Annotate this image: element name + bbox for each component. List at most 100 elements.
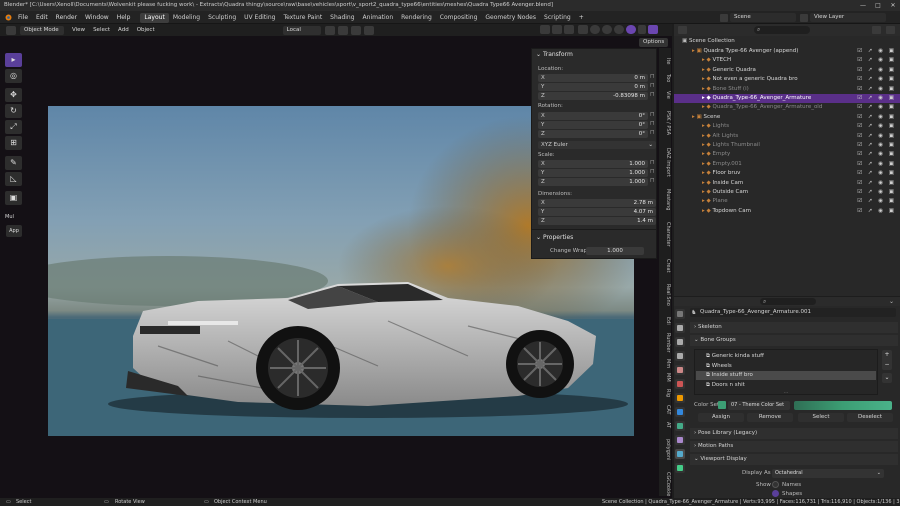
motion-paths-section-header[interactable]: › Motion Paths <box>690 441 898 452</box>
visibility-toggles-icon[interactable]: ☑ ➚ ◉ ▣ <box>857 169 896 178</box>
sidebar-tab-daz-import[interactable]: DAZ Import <box>659 143 671 183</box>
chevron-down-icon[interactable]: ⌄ <box>889 298 897 305</box>
lock-icon[interactable]: ⊓ <box>650 159 656 166</box>
skeleton-section-header[interactable]: › Skeleton <box>690 322 898 333</box>
scale-x-field[interactable]: X 1.000 <box>538 160 648 168</box>
location-x-field[interactable]: X 0 m <box>538 74 648 82</box>
sidebar-tab-character[interactable]: Character <box>659 216 671 252</box>
sidebar-tab-polygoni[interactable]: polygoni <box>659 433 671 466</box>
add-workspace-button[interactable]: + <box>575 11 588 24</box>
workspace-tab-compositing[interactable]: Compositing <box>436 13 482 23</box>
sidebar-tab-mm[interactable]: MM <box>659 372 671 384</box>
select-button[interactable]: Select <box>798 413 844 422</box>
select-tool-icon[interactable]: ▸ <box>5 53 22 67</box>
view-menu[interactable]: View <box>68 26 89 35</box>
visibility-toggles-icon[interactable]: ☑ ➚ ◉ ▣ <box>857 103 896 112</box>
outliner-search-input[interactable]: ⌕ <box>754 26 810 34</box>
visibility-toggles-icon[interactable]: ☑ ➚ ◉ ▣ <box>857 141 896 150</box>
properties-header[interactable]: ⌄ Properties <box>536 234 573 241</box>
overlay-icon[interactable] <box>564 25 574 34</box>
list-resize-handle[interactable]: … <box>781 390 791 395</box>
outliner-item[interactable]: ▸ ◆ Not even a generic Quadra bro ☑ ➚ ◉ ▣ <box>674 75 900 84</box>
visibility-toggles-icon[interactable]: ☑ ➚ ◉ ▣ <box>857 56 896 65</box>
menu-help[interactable]: Help <box>113 11 135 24</box>
render-props-icon[interactable] <box>675 323 685 333</box>
outliner-item[interactable]: ▸ ▣ Quadra Type-66 Avenger (append) ☑ ➚ ◉… <box>674 47 900 56</box>
visibility-toggles-icon[interactable]: ☑ ➚ ◉ ▣ <box>857 188 896 197</box>
bone-props-icon[interactable] <box>675 463 685 473</box>
gizmo-icon[interactable] <box>552 25 562 34</box>
pose-library-section-header[interactable]: › Pose Library (Legacy) <box>690 428 898 439</box>
physics-props-icon[interactable] <box>675 421 685 431</box>
view-layer-props-icon[interactable] <box>675 351 685 361</box>
visibility-toggles-icon[interactable]: ☑ ➚ ◉ ▣ <box>857 207 896 216</box>
sidebar-tab-psk-psa[interactable]: PSK / PSA <box>659 104 671 140</box>
bone-groups-section-header[interactable]: ⌄ Bone Groups <box>690 335 898 346</box>
constraint-props-icon[interactable] <box>675 435 685 445</box>
shapes-checkbox[interactable] <box>772 490 779 497</box>
outliner-item[interactable]: ▸ ◆ Plane ☑ ➚ ◉ ▣ <box>674 197 900 206</box>
sidebar-tab-cat[interactable]: CAT <box>659 402 671 417</box>
sidebar-tab-ite[interactable]: Ite <box>659 54 671 69</box>
outliner-item[interactable]: ▸ ◆ Generic Quadra ☑ ➚ ◉ ▣ <box>674 66 900 75</box>
menu-window[interactable]: Window <box>81 11 113 24</box>
visibility-toggles-icon[interactable]: ☑ ➚ ◉ ▣ <box>857 94 896 103</box>
options-dropdown[interactable]: Options <box>639 38 668 47</box>
workspace-tab-modeling[interactable]: Modeling <box>169 13 204 23</box>
object-props-icon[interactable] <box>675 393 685 403</box>
annotate-tool-icon[interactable]: ✎ <box>5 156 22 170</box>
output-props-icon[interactable] <box>675 337 685 347</box>
bone-group-add-remove[interactable]: + − <box>882 350 892 370</box>
outliner-item[interactable]: ▸ ◆ Quadra_Type-66_Avenger_Armature ☑ ➚ ◉… <box>674 94 900 103</box>
dimensions-y-field[interactable]: Y 4.07 m <box>538 208 656 216</box>
modifier-props-icon[interactable] <box>675 407 685 417</box>
sidebar-tab-mm[interactable]: Mm <box>659 358 671 370</box>
viewport-display-section-header[interactable]: ⌄ Viewport Display <box>690 454 898 465</box>
rotation-y-field[interactable]: Y 0° <box>538 121 648 129</box>
outliner-item[interactable]: ▸ ◆ Quadra_Type-66_Avenger_Armature_old ☑… <box>674 103 900 112</box>
orientation-dropdown[interactable]: Local <box>282 25 321 35</box>
pivot-icon[interactable] <box>324 25 335 35</box>
rotate-tool-icon[interactable]: ↻ <box>5 104 22 118</box>
outliner-editor-icon[interactable] <box>678 26 687 34</box>
workspace-tab-uv-editing[interactable]: UV Editing <box>240 13 279 23</box>
armature-data-icon[interactable] <box>675 449 685 459</box>
outliner-item[interactable]: ▸ ◆ Floor bruv ☑ ➚ ◉ ▣ <box>674 169 900 178</box>
location-z-field[interactable]: Z -0.83098 m <box>538 92 648 100</box>
workspace-tab-animation[interactable]: Animation <box>359 13 398 23</box>
select-menu[interactable]: Select <box>89 26 114 35</box>
workspace-tab-scripting[interactable]: Scripting <box>540 13 575 23</box>
workspace-tab-rendering[interactable]: Rendering <box>397 13 436 23</box>
workspace-tab-shading[interactable]: Shading <box>326 13 358 23</box>
world-props-icon[interactable] <box>675 379 685 389</box>
scene-props-icon[interactable] <box>675 365 685 375</box>
bone-group-item[interactable]: ⧉ Generic kinda stuff <box>696 352 876 361</box>
shading-options-icon[interactable] <box>638 25 646 34</box>
menu-render[interactable]: Render <box>52 11 81 24</box>
sidebar-tab-too[interactable]: Too <box>659 71 671 86</box>
mul-panel-label[interactable]: Mul <box>5 212 22 222</box>
assign-button[interactable]: Assign <box>698 413 744 422</box>
rotation-mode-dropdown[interactable]: XYZ Euler ⌄ <box>538 141 656 149</box>
visibility-toggles-icon[interactable]: ☑ ➚ ◉ ▣ <box>857 179 896 188</box>
sidebar-tab-creat[interactable]: Creat <box>659 254 671 276</box>
snap-icon[interactable] <box>337 25 348 35</box>
dimensions-x-field[interactable]: X 2.78 m <box>538 199 656 207</box>
wave-icon[interactable] <box>363 25 374 35</box>
color-set-colors[interactable] <box>794 401 892 410</box>
lock-icon[interactable]: ⊓ <box>650 73 656 80</box>
blender-logo-icon[interactable] <box>2 11 14 24</box>
bone-group-item[interactable]: ⧉ Inside stuff bro <box>696 371 876 380</box>
outliner-item[interactable]: ▸ ◆ Bone Stuff (i) ☑ ➚ ◉ ▣ <box>674 85 900 94</box>
add-cube-tool-icon[interactable]: ▣ <box>5 191 22 205</box>
maximize-icon[interactable]: □ <box>871 0 885 11</box>
outliner-item[interactable]: ▸ ◆ VTECH ☑ ➚ ◉ ▣ <box>674 56 900 65</box>
lock-icon[interactable]: ⊓ <box>650 168 656 175</box>
outliner-item[interactable]: ▸ ◆ Lights ☑ ➚ ◉ ▣ <box>674 122 900 131</box>
sidebar-tab-cgcookie[interactable]: CGCookie <box>659 468 671 501</box>
sidebar-tab-at[interactable]: AT <box>659 419 671 431</box>
mode-dropdown[interactable]: Object Mode <box>20 25 64 35</box>
material-shading-icon[interactable] <box>614 25 624 34</box>
outliner-item[interactable]: ▸ ◆ Inside Cam ☑ ➚ ◉ ▣ <box>674 179 900 188</box>
outliner-item[interactable]: ▸ ◆ Lights Thumbnail ☑ ➚ ◉ ▣ <box>674 141 900 150</box>
